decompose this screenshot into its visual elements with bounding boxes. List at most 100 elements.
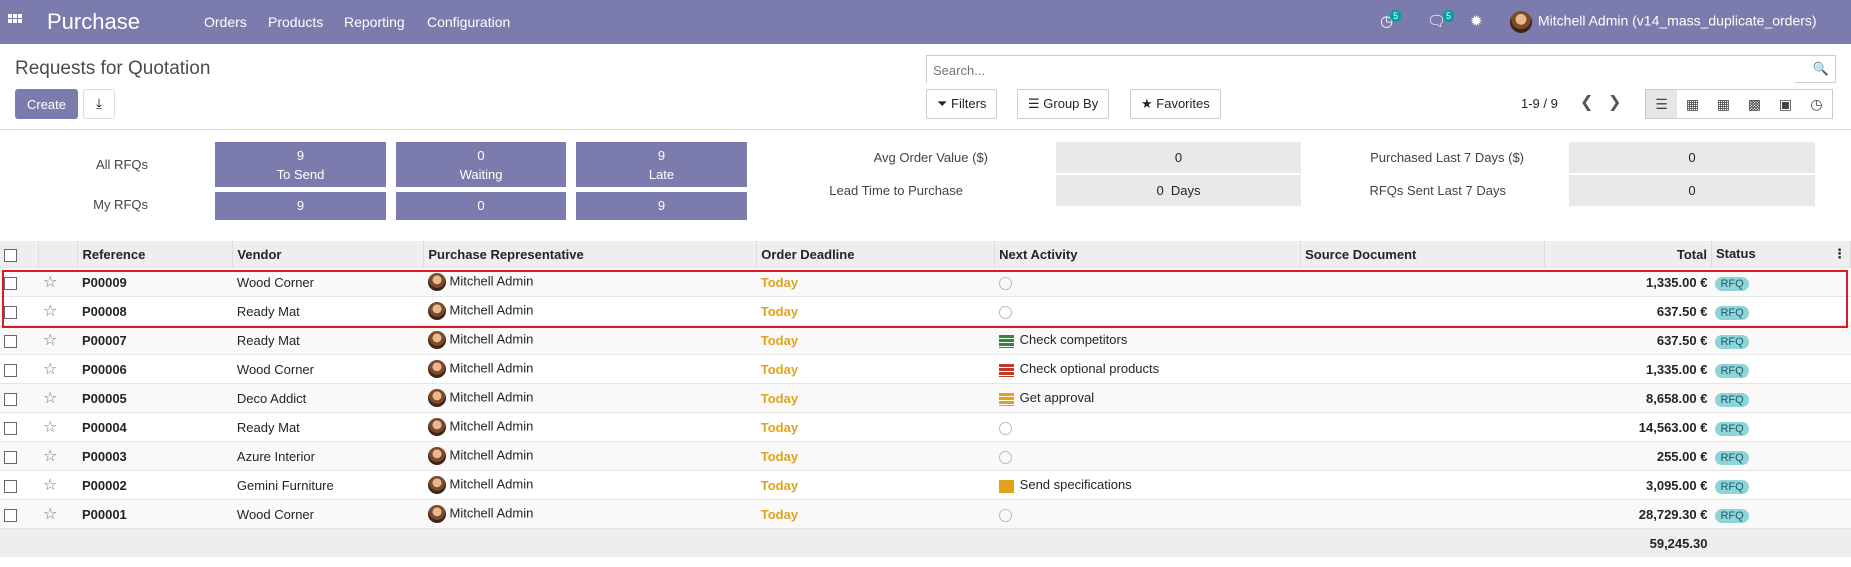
vendor-cell[interactable]: Wood Corner (232, 354, 424, 384)
page-title[interactable]: Requests for Quotation (15, 58, 210, 80)
representative-cell[interactable]: Mitchell Admin (423, 499, 757, 529)
col-next-activity[interactable]: Next Activity (994, 241, 1302, 268)
representative-cell[interactable]: Mitchell Admin (423, 470, 757, 500)
total-cell[interactable]: 28,729.30 € (1544, 499, 1712, 529)
row-star-cell[interactable]: ☆ (38, 412, 78, 442)
menu-configuration[interactable]: Configuration (427, 14, 510, 30)
select-all-cell[interactable] (0, 241, 40, 268)
deadline-cell[interactable]: Today (756, 325, 995, 355)
deadline-cell[interactable]: Today (756, 412, 995, 442)
reference-cell[interactable]: P00006 (77, 354, 233, 384)
reference-cell[interactable]: P00003 (77, 441, 233, 471)
row-checkbox[interactable] (4, 392, 17, 406)
table-row[interactable]: ☆ P00005 Deco Addict Mitchell Admin Toda… (0, 383, 1851, 413)
star-icon[interactable]: ☆ (43, 506, 57, 523)
source-document-cell[interactable] (1300, 412, 1545, 442)
col-representative[interactable]: Purchase Representative (423, 241, 758, 268)
debug-bug-icon[interactable]: ✹ (1470, 12, 1483, 30)
create-button[interactable]: Create (15, 89, 78, 119)
row-star-cell[interactable]: ☆ (38, 499, 78, 529)
status-cell[interactable]: RFQ (1711, 383, 1851, 413)
star-icon[interactable]: ☆ (43, 419, 57, 436)
row-checkbox[interactable] (4, 508, 17, 522)
row-select-cell[interactable] (0, 354, 39, 384)
list-view-icon[interactable]: ☰ (1646, 90, 1677, 118)
total-cell[interactable]: 8,658.00 € (1544, 383, 1712, 413)
pager-previous-icon[interactable]: ❮ (1580, 92, 1593, 112)
vendor-cell[interactable]: Ready Mat (232, 325, 424, 355)
star-icon[interactable]: ☆ (43, 361, 57, 378)
row-star-cell[interactable]: ☆ (38, 325, 78, 355)
filters-button[interactable]: ⏷ Filters (926, 89, 998, 119)
reference-cell[interactable]: P00001 (77, 499, 233, 529)
menu-orders[interactable]: Orders (204, 14, 247, 30)
total-cell[interactable]: 3,095.00 € (1544, 470, 1712, 500)
clock-icon[interactable] (998, 508, 1012, 522)
pivot-view-icon[interactable]: ▦ (1708, 90, 1739, 118)
tile-late[interactable]: 9 Late (576, 142, 747, 187)
star-icon[interactable]: ☆ (43, 390, 57, 407)
status-cell[interactable]: RFQ (1711, 325, 1851, 355)
source-document-cell[interactable] (1300, 470, 1545, 500)
status-cell[interactable]: RFQ (1711, 499, 1851, 529)
source-document-cell[interactable] (1300, 499, 1545, 529)
deadline-cell[interactable]: Today (756, 383, 995, 413)
next-activity-cell[interactable] (994, 499, 1301, 529)
row-checkbox[interactable] (4, 363, 17, 377)
next-activity-cell[interactable] (994, 441, 1301, 471)
download-button[interactable]: ⤓ (83, 89, 115, 119)
row-select-cell[interactable] (0, 412, 39, 442)
tile-my-late[interactable]: 9 (576, 192, 747, 220)
search-icon[interactable]: 🔍 (1813, 61, 1829, 77)
representative-cell[interactable]: Mitchell Admin (423, 325, 757, 355)
col-vendor[interactable]: Vendor (232, 241, 425, 268)
row-select-cell[interactable] (0, 441, 39, 471)
total-cell[interactable]: 637.50 € (1544, 325, 1712, 355)
vendor-cell[interactable]: Wood Corner (232, 499, 424, 529)
reference-cell[interactable]: P00005 (77, 383, 233, 413)
next-activity-cell[interactable]: Get approval (994, 383, 1301, 413)
clock-icon[interactable] (998, 450, 1012, 464)
row-checkbox[interactable] (4, 479, 17, 493)
vendor-cell[interactable]: Gemini Furniture (232, 470, 424, 500)
next-activity-cell[interactable]: Check optional products (994, 354, 1301, 384)
col-source-document[interactable]: Source Document (1300, 241, 1545, 268)
row-checkbox[interactable] (4, 450, 17, 464)
table-row[interactable]: ☆ P00006 Wood Corner Mitchell Admin Toda… (0, 354, 1851, 384)
status-cell[interactable]: RFQ (1711, 354, 1851, 384)
calendar-view-icon[interactable]: ▣ (1770, 90, 1801, 118)
row-checkbox[interactable] (4, 421, 17, 435)
favorites-button[interactable]: ★ Favorites (1130, 89, 1221, 119)
table-row[interactable]: ☆ P00007 Ready Mat Mitchell Admin Today … (0, 325, 1851, 355)
row-select-cell[interactable] (0, 499, 39, 529)
status-cell[interactable]: RFQ (1711, 470, 1851, 500)
total-cell[interactable]: 255.00 € (1544, 441, 1712, 471)
row-select-cell[interactable] (0, 325, 39, 355)
activity-clock-icon[interactable]: ◷ 5 (1380, 10, 1402, 30)
pager-next-icon[interactable]: ❯ (1608, 92, 1621, 112)
groupby-button[interactable]: ☰ Group By (1017, 89, 1110, 119)
next-activity-cell[interactable] (994, 412, 1301, 442)
select-all-checkbox[interactable] (4, 248, 17, 262)
star-icon[interactable]: ☆ (43, 332, 57, 349)
source-document-cell[interactable] (1300, 354, 1545, 384)
row-star-cell[interactable]: ☆ (38, 470, 78, 500)
star-icon[interactable]: ☆ (43, 448, 57, 465)
activity-view-icon[interactable]: ◷ (1801, 90, 1832, 118)
apps-menu-icon[interactable] (8, 14, 22, 28)
representative-cell[interactable]: Mitchell Admin (423, 412, 757, 442)
row-select-cell[interactable] (0, 470, 39, 500)
tile-waiting[interactable]: 0 Waiting (396, 142, 566, 187)
source-document-cell[interactable] (1300, 383, 1545, 413)
next-activity-cell[interactable]: Send specifications (994, 470, 1301, 500)
tile-my-waiting[interactable]: 0 (396, 192, 566, 220)
menu-products[interactable]: Products (268, 14, 323, 30)
search-input[interactable] (927, 56, 1795, 84)
kanban-view-icon[interactable]: ▦ (1677, 90, 1708, 118)
messages-icon[interactable]: 🗨 5 (1427, 10, 1455, 30)
optional-columns-icon[interactable]: ⋮ (1833, 246, 1846, 262)
table-row[interactable]: ☆ P00001 Wood Corner Mitchell Admin Toda… (0, 499, 1851, 529)
user-menu[interactable]: Mitchell Admin (v14_mass_duplicate_order… (1510, 11, 1817, 33)
table-row[interactable]: ☆ P00002 Gemini Furniture Mitchell Admin… (0, 470, 1851, 500)
reference-cell[interactable]: P00002 (77, 470, 233, 500)
